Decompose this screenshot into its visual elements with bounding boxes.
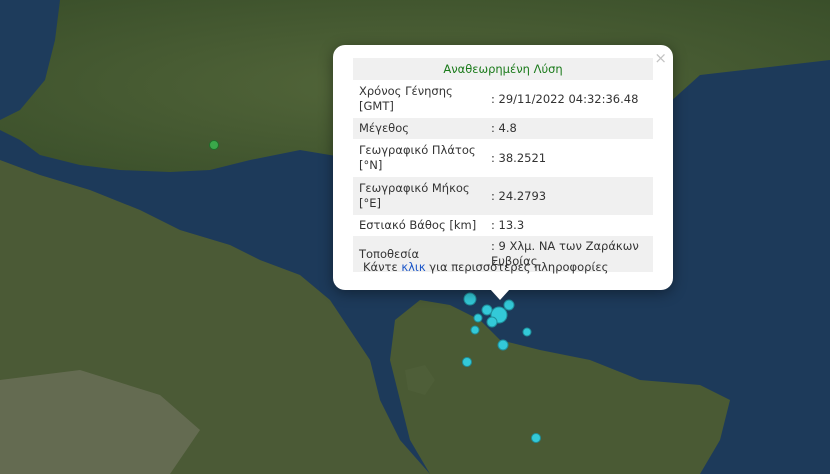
table-row: Γεωγραφικό Πλάτος [°N] : 38.2521 [353, 139, 653, 177]
quake-marker[interactable] [470, 325, 480, 335]
more-prefix: Κάντε [363, 260, 398, 274]
more-suffix: για περισσότερες πληροφορίες [429, 260, 609, 274]
more-info-link[interactable]: κλικ [401, 260, 425, 274]
table-row: Γεωγραφικό Μήκος [°E] : 24.2793 [353, 177, 653, 215]
table-row: Μέγεθος : 4.8 [353, 118, 653, 139]
more-info-line: Κάντε κλικ για περισσότερες πληροφορίες [363, 260, 608, 274]
quake-marker[interactable] [463, 292, 477, 306]
quake-marker[interactable] [522, 327, 532, 337]
earthquake-popup: × Αναθεωρημένη Λύση Χρόνος Γένησης [GMT]… [333, 45, 673, 290]
table-row: Χρόνος Γένησης [GMT] : 29/11/2022 04:32:… [353, 80, 653, 118]
popup-tip [490, 289, 510, 300]
row-value: : 24.2793 [485, 177, 653, 215]
station-marker[interactable] [209, 140, 219, 150]
popup-header: Αναθεωρημένη Λύση [353, 58, 653, 80]
popup-header-row: Αναθεωρημένη Λύση [353, 58, 653, 80]
quake-marker[interactable] [473, 313, 483, 323]
close-icon[interactable]: × [654, 49, 667, 67]
row-value: : 4.8 [485, 118, 653, 139]
quake-marker[interactable] [486, 316, 498, 328]
details-table: Αναθεωρημένη Λύση Χρόνος Γένησης [GMT] :… [353, 58, 653, 272]
row-key: Γεωγραφικό Πλάτος [°N] [359, 143, 476, 172]
row-value: : 13.3 [491, 218, 525, 232]
row-key: Γεωγραφικό Μήκος [°E] [353, 177, 485, 215]
row-key: Εστιακό Βάθος [km] [359, 218, 477, 232]
row-value: : 29/11/2022 04:32:36.48 [491, 91, 639, 106]
quake-marker[interactable] [503, 299, 515, 311]
quake-marker[interactable] [481, 304, 493, 316]
row-key: Χρόνος Γένησης [GMT] [359, 84, 453, 113]
quake-marker[interactable] [531, 433, 541, 443]
table-row: Εστιακό Βάθος [km] : 13.3 [353, 215, 653, 236]
row-value: : 38.2521 [491, 150, 547, 165]
quake-marker[interactable] [462, 357, 472, 367]
quake-marker[interactable] [497, 339, 509, 351]
row-key: Μέγεθος [353, 118, 485, 139]
